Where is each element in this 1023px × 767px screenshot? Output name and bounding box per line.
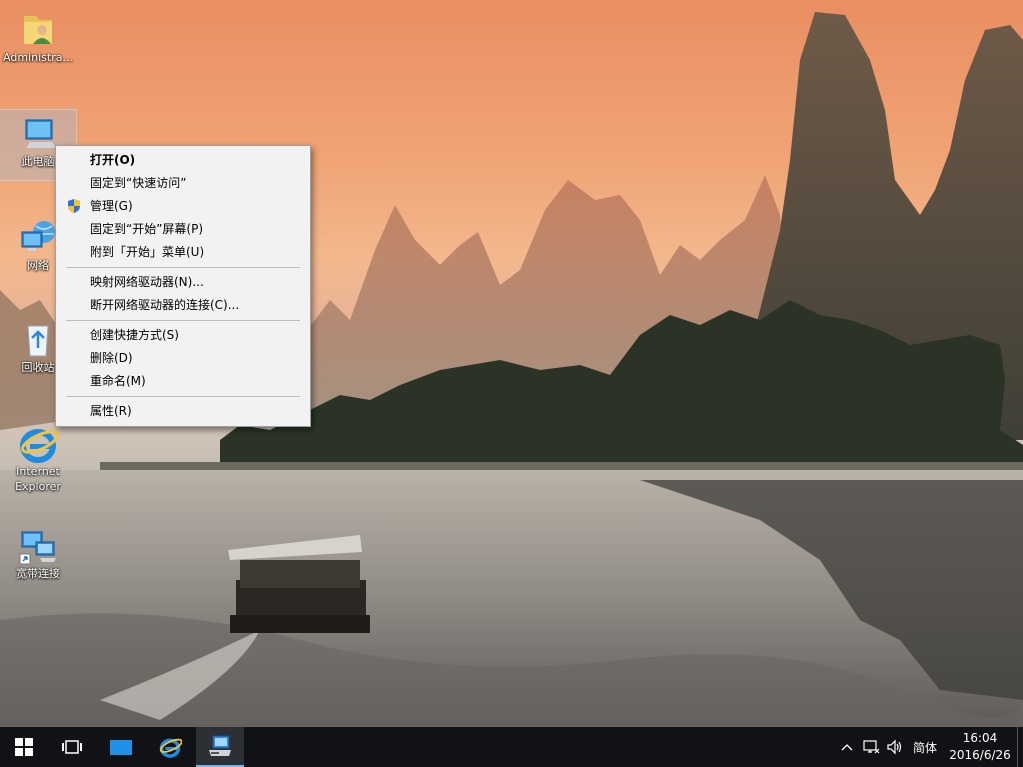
- menu-item-label: 固定到“开始”屏幕(P): [90, 222, 204, 236]
- menu-item-label: 映射网络驱动器(N)...: [90, 275, 204, 289]
- task-view-icon: [62, 740, 82, 754]
- menu-item-label: 固定到“快速访问”: [90, 176, 187, 190]
- computer-app-taskbar-button[interactable]: [196, 727, 244, 767]
- uac-shield-icon: [68, 199, 80, 213]
- show-hidden-icons-button[interactable]: [838, 727, 856, 767]
- desktop-icon-broadband[interactable]: 宽带连接: [0, 526, 76, 592]
- menu-separator: [66, 396, 300, 397]
- menu-item-label: 附到「开始」菜单(U): [90, 245, 205, 259]
- internet-explorer-icon: [20, 429, 58, 463]
- show-desktop-button[interactable]: [1017, 727, 1023, 767]
- menu-item-label: 重命名(M): [90, 374, 146, 388]
- user-folder-icon: [24, 16, 52, 44]
- menu-item-manage[interactable]: 管理(G): [56, 195, 310, 218]
- boat: [228, 535, 370, 633]
- context-menu: 打开(O) 固定到“快速访问” 管理(G) 固定到“开始”屏幕(P) 附到「开始…: [55, 145, 311, 427]
- clock[interactable]: 16:04 2016/6/26: [944, 730, 1016, 764]
- desktop-icon-label: Internet Explorer: [15, 465, 61, 493]
- menu-item-label: 属性(R): [90, 404, 132, 418]
- desktop-icon-internet-explorer[interactable]: Internet Explorer: [0, 424, 76, 510]
- taskbar: 简体 16:04 2016/6/26: [0, 727, 1023, 767]
- menu-item-label: 创建快捷方式(S): [90, 328, 179, 342]
- menu-item-map-network-drive[interactable]: 映射网络驱动器(N)...: [56, 271, 310, 294]
- volume-tray-button[interactable]: [884, 727, 906, 767]
- menu-item-label: 断开网络驱动器的连接(C)...: [90, 298, 240, 312]
- file-explorer-button[interactable]: [97, 727, 145, 767]
- network-status-icon: [863, 740, 880, 754]
- clock-time: 16:04: [962, 731, 998, 745]
- menu-item-pin-start-screen[interactable]: 固定到“开始”屏幕(P): [56, 218, 310, 241]
- internet-explorer-taskbar-button[interactable]: [146, 727, 194, 767]
- network-tray-button[interactable]: [860, 727, 882, 767]
- recycle-bin-icon: [27, 325, 49, 357]
- menu-item-label: 删除(D): [90, 351, 133, 365]
- desktop-icon-administrator[interactable]: Administra...: [0, 10, 76, 76]
- clock-date: 2016/6/26: [949, 748, 1011, 762]
- menu-item-label: 打开(O): [90, 153, 136, 167]
- computer-app-icon: [209, 735, 231, 756]
- menu-item-rename[interactable]: 重命名(M): [56, 370, 310, 393]
- file-explorer-icon: [110, 740, 132, 755]
- menu-item-disconnect-network-drive[interactable]: 断开网络驱动器的连接(C)...: [56, 294, 310, 317]
- desktop-icon-label: 宽带连接: [16, 567, 60, 580]
- input-language-indicator[interactable]: 简体: [909, 727, 941, 767]
- menu-item-properties[interactable]: 属性(R): [56, 400, 310, 423]
- start-icon: [15, 738, 33, 756]
- desktop-icon-label: Administra...: [3, 51, 73, 64]
- broadband-connection-icon: [19, 531, 56, 565]
- chevron-up-icon: [841, 744, 853, 751]
- menu-separator: [66, 267, 300, 268]
- menu-item-open[interactable]: 打开(O): [56, 149, 310, 172]
- network-icon: [21, 221, 55, 251]
- menu-item-pin-quick-access[interactable]: 固定到“快速访问”: [56, 172, 310, 195]
- menu-item-attach-start-menu[interactable]: 附到「开始」菜单(U): [56, 241, 310, 264]
- menu-item-label: 管理(G): [90, 199, 133, 213]
- task-view-button[interactable]: [48, 727, 96, 767]
- menu-item-delete[interactable]: 删除(D): [56, 347, 310, 370]
- speaker-icon: [887, 739, 902, 755]
- internet-explorer-icon: [159, 738, 182, 758]
- computer-icon: [25, 119, 56, 148]
- menu-item-create-shortcut[interactable]: 创建快捷方式(S): [56, 324, 310, 347]
- menu-separator: [66, 320, 300, 321]
- start-button[interactable]: [0, 727, 48, 767]
